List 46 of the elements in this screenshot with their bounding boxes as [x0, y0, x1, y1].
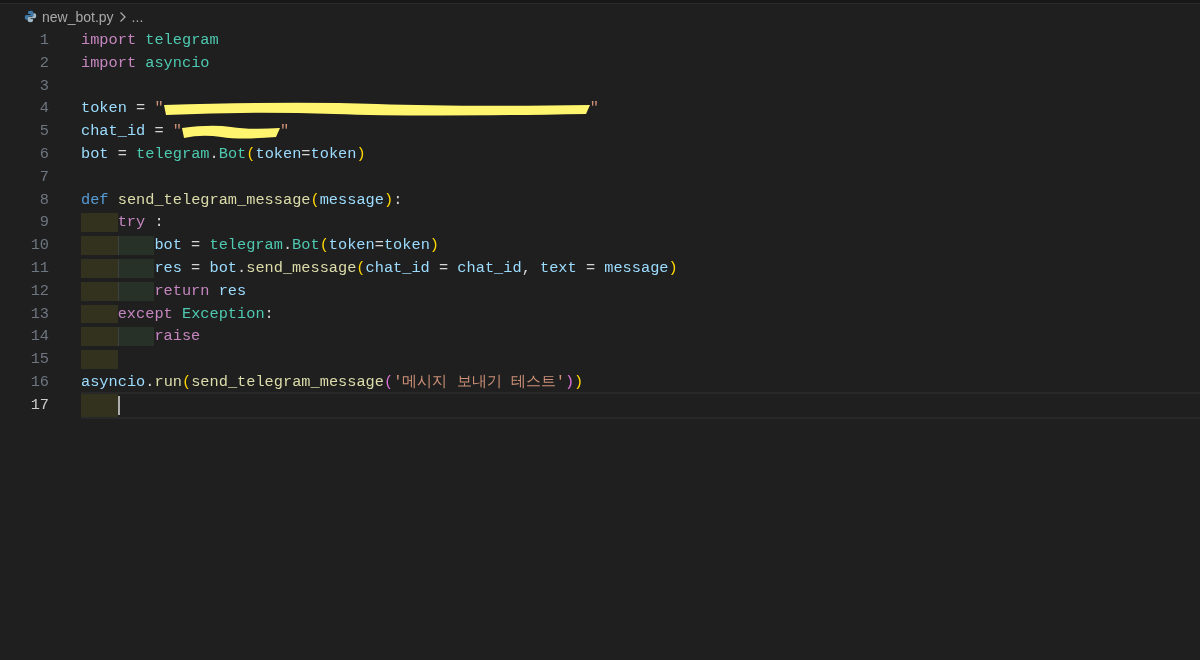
line-number: 15	[29, 349, 49, 371]
code-text: token = "	[81, 98, 164, 120]
line-number: 6	[38, 144, 49, 165]
breadcrumb-symbols[interactable]: ...	[131, 8, 144, 25]
line-number: 1	[38, 30, 49, 51]
code-text: import telegram	[81, 30, 219, 51]
code-text: "	[280, 121, 290, 143]
line-number: 8	[38, 189, 49, 211]
breadcrumb-file[interactable]: new_bot.py	[42, 8, 114, 25]
code-text: "	[589, 98, 599, 120]
code-text: raise	[154, 326, 201, 348]
indent-guide	[81, 236, 118, 255]
line-number: 7	[38, 166, 49, 188]
code-text: try :	[117, 212, 164, 234]
code-text: def send_telegram_message(message):	[81, 189, 403, 211]
line-number: 13	[29, 303, 49, 325]
line-number: 12	[29, 280, 49, 302]
line-number: 11	[29, 257, 49, 279]
code-text: asyncio.run(send_telegram_message('메시지 보내기 테스트'))	[81, 371, 584, 393]
line-number: 2	[38, 52, 49, 74]
code-text: import asyncio	[81, 52, 210, 74]
indent-guide	[81, 327, 118, 347]
chevron-right-icon	[118, 10, 127, 23]
code-text: chat_id = "	[81, 121, 182, 143]
indent-guide	[117, 281, 155, 301]
line-number: 17	[29, 394, 49, 416]
line-number: 10	[29, 235, 49, 257]
indent-guide	[117, 327, 155, 347]
line-number: 4	[38, 98, 49, 120]
indent-guide	[117, 236, 155, 255]
line-number: 16	[29, 371, 49, 393]
indent-guide	[117, 258, 155, 278]
code-text: bot = telegram.Bot(token=token)	[81, 144, 366, 165]
indent-guide	[81, 393, 118, 417]
line-number: 3	[38, 75, 49, 97]
text-cursor	[117, 395, 120, 415]
line-number: 5	[38, 121, 49, 143]
code-text: bot = telegram.Bot(token=token)	[154, 235, 439, 257]
line-number: 9	[38, 212, 49, 234]
code-text: return res	[154, 280, 247, 302]
code-text: except Exception:	[117, 303, 274, 325]
indent-guide	[81, 258, 118, 278]
python-file-icon	[24, 10, 37, 23]
code-text: res = bot.send_message(chat_id = chat_id, text = message)	[154, 257, 678, 279]
line-number: 14	[29, 326, 49, 348]
indent-guide	[81, 281, 118, 301]
